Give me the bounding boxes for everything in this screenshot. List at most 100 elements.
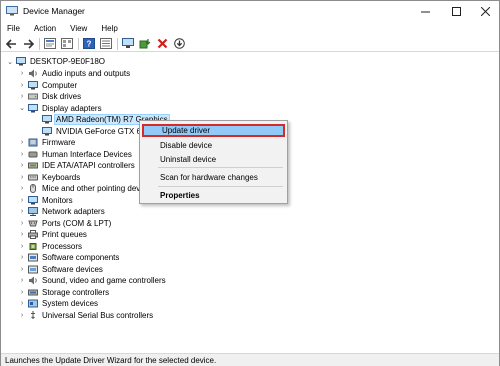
chevron-right-icon[interactable]: › [18, 277, 26, 285]
toolbar: ? [1, 36, 499, 52]
speaker-icon [29, 69, 37, 78]
title-bar: Device Manager [1, 1, 499, 21]
chevron-down-icon[interactable]: ⌄ [18, 104, 26, 112]
tree-category[interactable]: › Storage controllers [18, 287, 110, 299]
minimize-button[interactable] [410, 1, 440, 21]
chevron-right-icon[interactable]: › [18, 150, 26, 158]
properties-menu-item[interactable]: Properties [142, 189, 285, 202]
tree-category[interactable]: › Universal Serial Bus controllers [18, 310, 154, 322]
menu-file[interactable]: File [5, 23, 22, 34]
help-button[interactable]: ? [82, 37, 96, 51]
chevron-right-icon[interactable]: › [18, 196, 26, 204]
tree-category[interactable]: › IDE ATA/ATAPI controllers [18, 160, 136, 172]
chevron-right-icon[interactable]: › [18, 81, 26, 89]
context-menu: Update driver Disable device Uninstall d… [139, 120, 288, 204]
uninstall-x-icon [157, 38, 167, 49]
chevron-right-icon[interactable]: › [18, 185, 26, 193]
uninstall-device-menu-item[interactable]: Uninstall device [142, 153, 285, 166]
tree-category[interactable]: › Computer [18, 80, 78, 92]
monitor-icon [28, 195, 38, 205]
minimize-icon [420, 11, 430, 12]
forward-arrow-icon [23, 38, 34, 49]
tree-category[interactable]: › Keyboards [18, 172, 81, 184]
chevron-right-icon[interactable]: › [18, 231, 26, 239]
maximize-button[interactable] [441, 1, 471, 21]
chevron-right-icon[interactable]: › [18, 311, 26, 319]
update-driver-icon [139, 39, 151, 49]
tree-category[interactable]: › Monitors [18, 195, 74, 207]
tree-root[interactable]: ⌄ DESKTOP-9E0F18O [6, 56, 106, 68]
monitor-icon [122, 38, 134, 48]
scan-hardware-menu-item[interactable]: Scan for hardware changes [142, 171, 285, 184]
download-icon [173, 38, 185, 49]
status-text: Launches the Update Driver Wizard for th… [5, 355, 217, 365]
tree-category[interactable]: › Print queues [18, 229, 88, 241]
firmware-icon [28, 138, 38, 147]
show-hidden-icon [61, 38, 73, 49]
update-driver-menu-item[interactable]: Update driver [142, 124, 285, 137]
chevron-right-icon[interactable]: › [18, 93, 26, 101]
svg-text:?: ? [87, 40, 92, 49]
chevron-right-icon[interactable]: › [18, 242, 26, 250]
tree-category[interactable]: › Software devices [18, 264, 104, 276]
maximize-icon [451, 6, 461, 16]
chevron-down-icon[interactable]: ⌄ [6, 58, 14, 66]
chevron-right-icon[interactable]: › [18, 173, 26, 181]
tree-category[interactable]: › Firmware [18, 137, 76, 149]
tree-category[interactable]: › Mice and other pointing dev [18, 183, 141, 195]
window-title: Device Manager [23, 6, 85, 16]
tree-category[interactable]: › Ports (COM & LPT) [18, 218, 112, 230]
help-icon: ? [83, 38, 95, 49]
display-adapter-icon [42, 126, 52, 136]
toolbar-separator [39, 37, 40, 50]
toolbar-separator [117, 37, 118, 50]
tree-category[interactable]: › Software components [18, 252, 120, 264]
keyboard-icon [28, 174, 38, 181]
mouse-icon [30, 184, 36, 194]
update-driver-toolbar-button[interactable] [138, 37, 152, 51]
tree-category[interactable]: › System devices [18, 298, 99, 310]
tree-device-nvidia[interactable]: NVIDIA GeForce GTX 650 [42, 126, 151, 138]
chevron-right-icon[interactable]: › [18, 219, 26, 227]
chevron-right-icon[interactable]: › [18, 162, 26, 170]
software-component-icon [28, 253, 38, 262]
menu-help[interactable]: Help [99, 23, 119, 34]
tree-category[interactable]: › Audio inputs and outputs [18, 68, 131, 80]
chevron-right-icon[interactable]: › [18, 300, 26, 308]
view-icon [100, 38, 112, 49]
chevron-right-icon[interactable]: › [18, 139, 26, 147]
tree-category[interactable]: ⌄ Display adapters [18, 103, 103, 115]
properties-button[interactable] [43, 37, 57, 51]
printer-icon [28, 230, 38, 240]
close-button[interactable] [470, 1, 500, 21]
tree-category[interactable]: › Disk drives [18, 91, 82, 103]
toolbar-separator [78, 37, 79, 50]
monitor-button[interactable] [121, 37, 135, 51]
show-hidden-button[interactable] [60, 37, 74, 51]
chevron-right-icon[interactable]: › [18, 70, 26, 78]
enable-toolbar-button[interactable] [172, 37, 186, 51]
hid-icon [28, 151, 38, 158]
menu-view[interactable]: View [68, 23, 89, 34]
menu-action[interactable]: Action [32, 23, 58, 34]
chevron-right-icon[interactable]: › [18, 288, 26, 296]
ide-controller-icon [28, 162, 38, 169]
chevron-right-icon[interactable]: › [18, 208, 26, 216]
back-arrow-icon [5, 38, 16, 49]
system-device-icon [28, 299, 38, 308]
view-button[interactable] [99, 37, 113, 51]
chevron-right-icon[interactable]: › [18, 265, 26, 273]
uninstall-toolbar-button[interactable] [155, 37, 169, 51]
menu-separator [158, 167, 283, 168]
tree-category[interactable]: › Processors [18, 241, 83, 253]
tree-category[interactable]: › Network adapters [18, 206, 106, 218]
forward-button[interactable] [21, 37, 35, 51]
display-adapter-icon [28, 103, 38, 113]
disable-device-menu-item[interactable]: Disable device [142, 139, 285, 152]
port-icon [28, 220, 38, 227]
back-button[interactable] [4, 37, 18, 51]
tree-category[interactable]: › Human Interface Devices [18, 149, 133, 161]
computer-icon [16, 57, 26, 66]
tree-category[interactable]: › Sound, video and game controllers [18, 275, 167, 287]
chevron-right-icon[interactable]: › [18, 254, 26, 262]
